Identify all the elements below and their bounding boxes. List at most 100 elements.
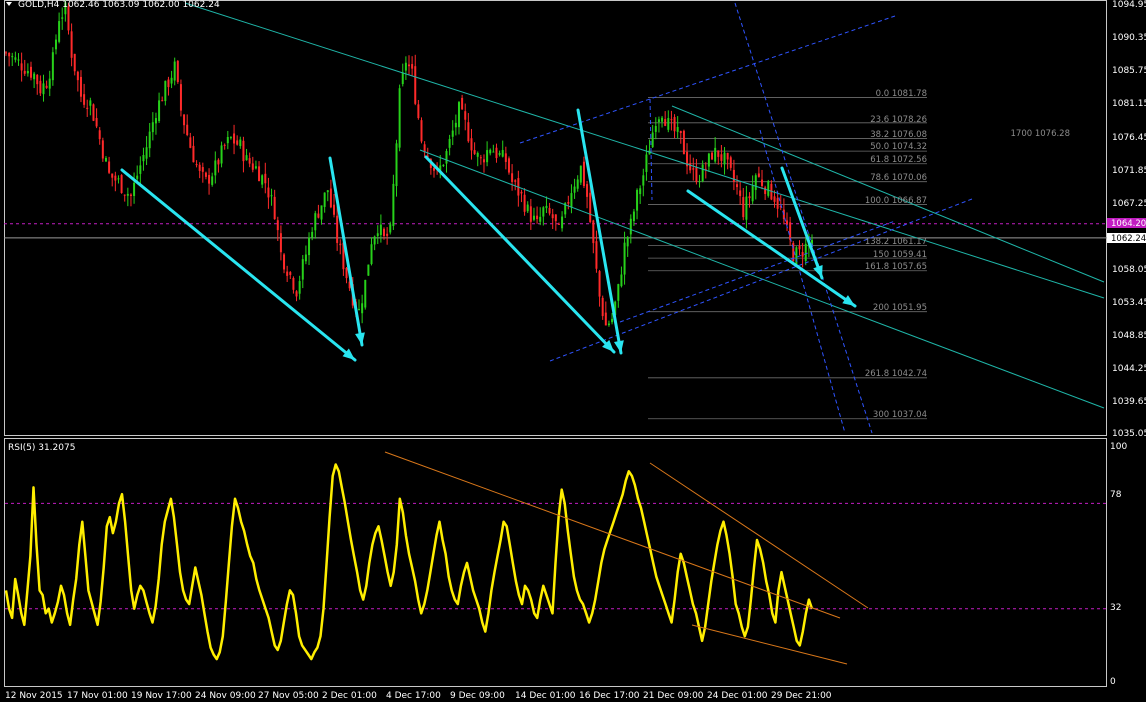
bullish-candle: [373, 236, 376, 245]
bearish-candle: [536, 215, 539, 220]
bullish-candle: [261, 175, 264, 185]
bearish-candle: [523, 194, 526, 212]
bullish-candle: [698, 181, 701, 183]
bullish-candle: [701, 164, 704, 182]
bearish-candle: [129, 194, 132, 196]
bearish-candle: [39, 80, 42, 94]
time-tick: 4 Dec 17:00: [386, 691, 441, 701]
bullish-candle: [326, 190, 329, 193]
symbol-header-text: GOLD,H4 1062.46 1063.09 1062.00 1062.24: [18, 0, 220, 10]
bullish-candle: [376, 233, 379, 237]
bearish-candle: [286, 271, 289, 276]
symbol-header: GOLD,H4 1062.46 1063.09 1062.00 1062.24: [6, 0, 220, 10]
bullish-candle: [139, 165, 142, 174]
fib-label: 100.0 1066.87: [865, 196, 927, 206]
bearish-candle: [801, 252, 804, 257]
bullish-candle: [136, 175, 139, 179]
bearish-candle: [411, 64, 414, 69]
bullish-candle: [636, 189, 639, 211]
rsi-tick: 32: [1110, 603, 1121, 613]
bearish-candle: [29, 66, 32, 78]
bullish-candle: [445, 151, 448, 164]
bearish-candle: [201, 167, 204, 172]
bearish-candle: [86, 107, 89, 109]
bullish-candle: [226, 137, 229, 144]
bearish-candle: [167, 79, 170, 88]
bearish-candle: [233, 133, 236, 144]
bullish-candle: [804, 243, 807, 261]
bullish-candle: [173, 61, 176, 81]
bearish-candle: [329, 188, 332, 208]
bearish-candle: [773, 196, 776, 202]
bearish-candle: [273, 196, 276, 220]
bullish-candle: [11, 56, 14, 58]
bearish-candle: [670, 119, 673, 121]
price-tick: 1048.85: [1112, 331, 1146, 341]
bullish-candle: [498, 153, 501, 155]
time-tick: 27 Nov 05:00: [258, 691, 319, 701]
bullish-candle: [145, 147, 148, 159]
bullish-candle: [151, 122, 154, 133]
bullish-candle: [657, 119, 660, 123]
fib-label: 50.0 1074.32: [870, 142, 927, 152]
bullish-candle: [667, 118, 670, 130]
rsi-tick: 78: [1110, 490, 1122, 500]
price-axis: 1094.95 1090.35 1085.75 1081.15 1076.45 …: [1107, 0, 1146, 439]
bullish-candle: [211, 176, 214, 185]
bearish-candle: [664, 119, 667, 126]
price-tick: 1090.35: [1112, 33, 1146, 43]
bullish-candle: [489, 149, 492, 154]
bearish-candle: [161, 100, 164, 102]
bullish-candle: [492, 151, 495, 153]
fib-label: 161.8 1057.65: [865, 262, 927, 272]
bullish-candle: [367, 264, 370, 276]
bullish-candle: [154, 118, 157, 124]
rsi-header-text: RSI(5) 31.2075: [8, 443, 75, 453]
bearish-candle: [23, 70, 26, 74]
bearish-candle: [551, 214, 554, 219]
rsi-tick: 100: [1110, 442, 1127, 452]
bearish-candle: [120, 175, 123, 193]
fib-label: 0.0 1081.78: [876, 89, 927, 99]
bearish-candle: [554, 214, 557, 222]
bullish-candle: [392, 183, 395, 227]
bearish-candle: [73, 53, 76, 72]
bearish-candle: [217, 159, 220, 165]
bearish-candle: [742, 197, 745, 218]
bearish-candle: [386, 233, 389, 236]
bearish-candle: [589, 192, 592, 222]
bearish-candle: [673, 117, 676, 132]
bearish-candle: [473, 150, 476, 154]
bearish-candle: [186, 124, 189, 136]
time-axis: 12 Nov 2015 17 Nov 01:00 19 Nov 17:00 24…: [5, 691, 832, 701]
price-tick: 1081.15: [1112, 99, 1146, 109]
bullish-candle: [448, 138, 451, 148]
fib-label: 78.6 1070.06: [870, 173, 927, 183]
bullish-candle: [404, 62, 407, 71]
time-tick: 21 Dec 09:00: [643, 691, 704, 701]
fib-label: 300 1037.04: [873, 410, 927, 420]
bearish-candle: [83, 94, 86, 105]
bearish-candle: [79, 76, 82, 97]
bearish-candle: [383, 228, 386, 237]
bullish-candle: [395, 143, 398, 187]
bullish-candle: [611, 318, 614, 323]
bearish-candle: [183, 114, 186, 126]
bearish-candle: [70, 31, 73, 58]
bullish-candle: [632, 211, 635, 222]
bearish-candle: [692, 168, 695, 170]
bullish-candle: [745, 196, 748, 220]
bullish-candle: [14, 57, 17, 60]
bullish-candle: [54, 39, 57, 50]
bearish-candle: [223, 144, 226, 146]
price-tick: 1094.95: [1112, 0, 1146, 10]
bearish-candle: [482, 159, 485, 163]
bearish-candle: [548, 208, 551, 214]
bearish-candle: [776, 198, 779, 209]
fib-label: 138.2 1061.17: [865, 237, 927, 247]
bullish-candle: [308, 237, 311, 256]
bearish-candle: [67, 6, 70, 31]
bearish-candle: [739, 190, 742, 197]
bearish-candle: [192, 145, 195, 163]
bullish-candle: [457, 102, 460, 128]
